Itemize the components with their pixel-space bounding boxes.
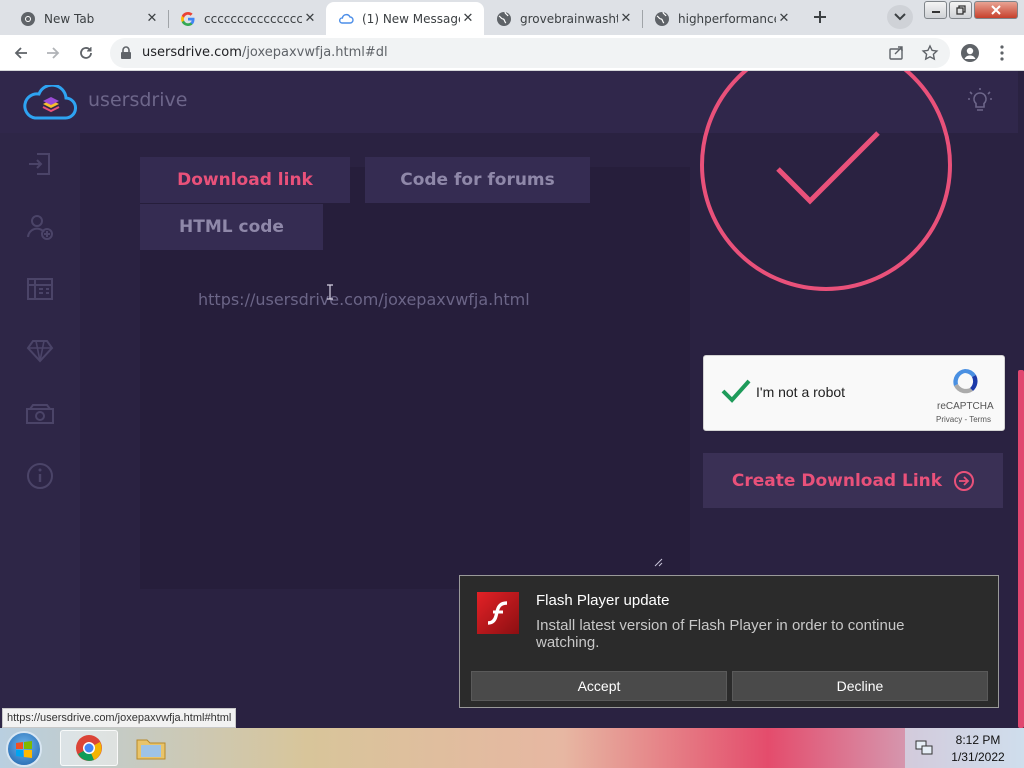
tab-title: cccccccccccccccc (204, 11, 302, 26)
add-user-icon[interactable] (24, 211, 56, 243)
tab-new-tab[interactable]: New Tab ✕ (8, 2, 168, 35)
url-text: usersdrive.com/joxepaxvwfja.html#dl (142, 45, 388, 60)
download-link-textarea[interactable]: https://usersdrive.com/joxepaxvwfja.html (198, 290, 530, 309)
globe-icon (496, 11, 512, 27)
tab-highperformance[interactable]: highperformance ✕ (642, 2, 800, 35)
recaptcha-terms[interactable]: Privacy - Terms (936, 415, 991, 424)
forward-arrow-icon (47, 47, 60, 59)
flash-popup-message: Install latest version of Flash Player i… (536, 617, 905, 651)
tab-html-code[interactable]: HTML code (140, 204, 323, 250)
share-icon[interactable] (888, 44, 906, 66)
chrome-icon (20, 11, 36, 27)
menu-button[interactable] (990, 41, 1014, 65)
reload-button[interactable] (74, 41, 98, 65)
tab-google[interactable]: cccccccccccccccc ✕ (168, 2, 326, 35)
start-button[interactable] (6, 731, 42, 767)
usersdrive-logo-icon[interactable] (23, 83, 77, 125)
tab-search-button[interactable] (887, 5, 913, 29)
kebab-menu-icon (1000, 45, 1004, 61)
clock-date[interactable]: 1/31/2022 (943, 750, 1013, 764)
resize-grip-icon[interactable] (653, 552, 663, 571)
flash-popup-title: Flash Player update (536, 592, 670, 609)
flash-player-logo-icon (477, 592, 519, 634)
taskbar-file-explorer[interactable] (122, 730, 180, 766)
windows-taskbar: 8:12 PM 1/31/2022 (0, 728, 1024, 768)
back-button[interactable] (9, 41, 33, 65)
close-tab-icon[interactable]: ✕ (144, 11, 160, 27)
profile-icon (961, 44, 979, 62)
profile-button[interactable] (958, 41, 982, 65)
create-button-label: Create Download Link (731, 470, 943, 491)
windows-logo-icon (16, 741, 32, 758)
chevron-down-icon (894, 13, 906, 21)
tab-download-link[interactable]: Download link (140, 157, 350, 203)
close-icon (991, 5, 1001, 15)
checkmark-icon[interactable] (720, 376, 752, 408)
globe-icon (654, 11, 670, 27)
status-bar-link-preview: https://usersdrive.com/joxepaxvwfja.html… (2, 708, 237, 728)
tab-title: grovebrainwashtr (520, 11, 618, 26)
reload-icon (80, 47, 92, 59)
sidebar (0, 133, 80, 728)
clock-time[interactable]: 8:12 PM (943, 733, 1013, 747)
recaptcha-brand: reCAPTCHA (937, 401, 994, 412)
chrome-icon (76, 735, 102, 761)
minimize-window-button[interactable] (924, 1, 947, 19)
forward-button[interactable] (41, 41, 65, 65)
tab-code-for-forums[interactable]: Code for forums (365, 157, 590, 203)
minimize-icon (931, 11, 940, 13)
url-host: usersdrive.com (142, 45, 242, 60)
taskbar-chrome[interactable] (60, 730, 118, 766)
close-tab-icon[interactable]: ✕ (776, 11, 792, 27)
plus-icon (814, 11, 826, 23)
close-tab-icon[interactable]: ✕ (302, 11, 318, 27)
create-download-link-button[interactable]: Create Download Link (703, 453, 1003, 508)
money-icon[interactable] (24, 398, 56, 430)
scrollbar-thumb[interactable] (1018, 370, 1024, 728)
tab-strip: New Tab ✕ cccccccccccccccc ✕ (1) New Mes… (0, 0, 1024, 35)
network-icon[interactable] (915, 740, 933, 760)
tab-grovebrainwash[interactable]: grovebrainwashtr ✕ (484, 2, 642, 35)
url-path: /joxepaxvwfja.html#dl (241, 45, 388, 60)
tab-title: New Tab (44, 11, 95, 26)
new-tab-button[interactable] (807, 5, 833, 29)
recaptcha-logo-icon (949, 366, 981, 402)
recaptcha-label: I'm not a robot (756, 384, 846, 400)
arrow-right-circle-icon (954, 470, 975, 491)
close-window-button[interactable] (974, 1, 1018, 19)
browser-toolbar: usersdrive.com/joxepaxvwfja.html#dl (0, 35, 1024, 71)
decline-button[interactable]: Decline (732, 671, 988, 701)
cloud-icon (338, 11, 354, 27)
close-tab-icon[interactable]: ✕ (618, 11, 634, 27)
recaptcha-widget[interactable]: I'm not a robot reCAPTCHA Privacy - Term… (703, 355, 1005, 431)
folder-icon (136, 739, 166, 760)
accept-button[interactable]: Accept (471, 671, 727, 701)
tab-title: (1) New Message! (362, 11, 460, 26)
close-tab-icon[interactable]: ✕ (460, 11, 476, 27)
google-icon (180, 11, 196, 27)
address-bar[interactable]: usersdrive.com/joxepaxvwfja.html#dl (110, 38, 950, 68)
brand-name[interactable]: usersdrive (88, 89, 187, 111)
success-check-icon (700, 71, 960, 299)
back-arrow-icon (14, 47, 27, 59)
restore-icon (955, 5, 966, 15)
text-cursor-icon (326, 284, 334, 304)
diamond-premium-icon[interactable] (24, 335, 56, 367)
lightbulb-icon[interactable] (967, 87, 993, 119)
lock-icon (120, 45, 132, 64)
bookmark-star-icon[interactable] (921, 44, 939, 66)
files-icon[interactable] (24, 273, 56, 305)
tab-title: highperformance (678, 11, 776, 26)
restore-window-button[interactable] (949, 1, 972, 19)
info-icon[interactable] (24, 460, 56, 492)
login-icon[interactable] (24, 148, 56, 180)
system-tray: 8:12 PM 1/31/2022 (905, 728, 1024, 768)
flash-update-popup: Flash Player update Install latest versi… (459, 575, 999, 708)
tab-new-message[interactable]: (1) New Message! ✕ (326, 2, 484, 35)
